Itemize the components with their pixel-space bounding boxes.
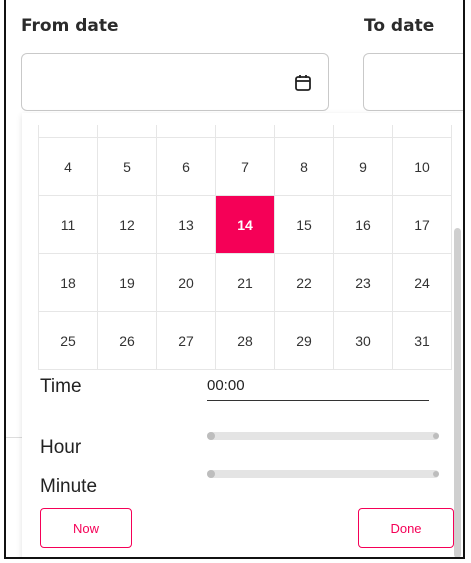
minute-slider[interactable] bbox=[207, 470, 439, 478]
calendar-day[interactable]: 15 bbox=[274, 195, 334, 254]
calendar-day[interactable]: 23 bbox=[333, 253, 393, 312]
calendar-day[interactable]: 8 bbox=[274, 137, 334, 196]
calendar-day[interactable]: 21 bbox=[215, 253, 275, 312]
calendar-day[interactable]: 17 bbox=[392, 195, 452, 254]
divider bbox=[6, 437, 22, 438]
calendar-day-selected[interactable]: 14 bbox=[215, 195, 275, 254]
calendar-day[interactable]: 18 bbox=[38, 253, 98, 312]
calendar-day[interactable]: 25 bbox=[38, 311, 98, 370]
hour-slider-thumb[interactable] bbox=[207, 432, 215, 440]
time-label: Time bbox=[40, 376, 82, 397]
to-date-label: To date bbox=[364, 16, 435, 36]
calendar-day[interactable]: 12 bbox=[97, 195, 157, 254]
from-date-field[interactable] bbox=[21, 53, 329, 111]
hour-label: Hour bbox=[40, 437, 82, 458]
calendar-day[interactable]: 29 bbox=[274, 311, 334, 370]
calendar-day[interactable]: 19 bbox=[97, 253, 157, 312]
calendar-day[interactable]: 13 bbox=[156, 195, 216, 254]
calendar-day[interactable]: 10 bbox=[392, 137, 452, 196]
calendar-day[interactable]: 11 bbox=[38, 195, 98, 254]
now-button[interactable]: Now bbox=[40, 508, 132, 548]
to-date-field[interactable] bbox=[363, 53, 463, 111]
hour-slider[interactable] bbox=[207, 432, 439, 440]
calendar-week: 4 5 6 7 8 9 10 bbox=[38, 137, 452, 196]
calendar-day[interactable]: 16 bbox=[333, 195, 393, 254]
calendar-day[interactable]: 27 bbox=[156, 311, 216, 370]
calendar-week: 11 12 13 14 15 16 17 bbox=[38, 195, 452, 254]
date-range-panel: From date To date 4 5 6 7 8 9 10 11 12 13 14 15 16 17… bbox=[4, 0, 465, 559]
calendar-grid: 4 5 6 7 8 9 10 11 12 13 14 15 16 17 18 19 20 21 22 23 24 25 26… bbox=[38, 125, 452, 370]
calendar-day[interactable]: 5 bbox=[97, 137, 157, 196]
calendar-day[interactable]: 28 bbox=[215, 311, 275, 370]
calendar-day[interactable]: 26 bbox=[97, 311, 157, 370]
calendar-week: 25 26 27 28 29 30 31 bbox=[38, 311, 452, 370]
minute-slider-end bbox=[433, 471, 439, 477]
calendar-day[interactable]: 4 bbox=[38, 137, 98, 196]
from-date-label: From date bbox=[21, 16, 119, 36]
calendar-day[interactable]: 24 bbox=[392, 253, 452, 312]
minute-label: Minute bbox=[40, 476, 98, 497]
minute-slider-thumb[interactable] bbox=[207, 470, 215, 478]
calendar-day[interactable]: 20 bbox=[156, 253, 216, 312]
calendar-day[interactable]: 31 bbox=[392, 311, 452, 370]
calendar-week-partial bbox=[38, 125, 452, 138]
calendar-day[interactable]: 30 bbox=[333, 311, 393, 370]
scrollbar[interactable] bbox=[454, 228, 461, 557]
time-input[interactable]: 00:00 bbox=[207, 374, 429, 401]
hour-slider-end bbox=[433, 433, 439, 439]
calendar-icon[interactable] bbox=[293, 73, 313, 93]
calendar-day[interactable]: 7 bbox=[215, 137, 275, 196]
calendar-day[interactable]: 22 bbox=[274, 253, 334, 312]
calendar-week: 18 19 20 21 22 23 24 bbox=[38, 253, 452, 312]
calendar-day[interactable]: 6 bbox=[156, 137, 216, 196]
calendar-day[interactable]: 9 bbox=[333, 137, 393, 196]
done-button[interactable]: Done bbox=[358, 508, 454, 548]
